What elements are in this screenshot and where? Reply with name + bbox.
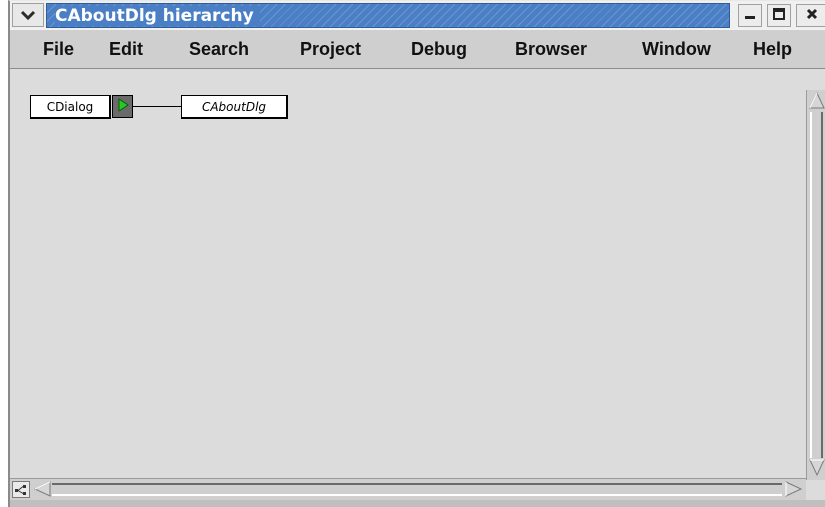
expander-button[interactable] [112, 95, 133, 118]
title-bar[interactable]: CAboutDlg hierarchy [10, 1, 825, 29]
menu-bar: File Edit Search Project Debug Browser W… [10, 29, 825, 69]
menu-project[interactable]: Project [300, 39, 361, 60]
window-bottom-edge [10, 500, 825, 507]
horizontal-scroll-track[interactable] [52, 483, 782, 496]
menu-search[interactable]: Search [189, 39, 249, 60]
maximize-button[interactable] [767, 4, 791, 27]
vertical-scroll-track[interactable] [810, 112, 823, 458]
menu-debug[interactable]: Debug [411, 39, 467, 60]
inheritance-connector [133, 106, 181, 107]
maximize-icon [772, 6, 786, 25]
class-node-label: CDialog [46, 99, 94, 114]
window-title: CAboutDlg hierarchy [55, 6, 260, 26]
class-node-caboutdlg[interactable]: CAboutDlg [181, 95, 288, 119]
hierarchy-canvas[interactable]: CDialog CAboutDlg [10, 69, 806, 478]
close-icon [805, 6, 819, 25]
vertical-scrollbar[interactable] [806, 90, 825, 480]
class-node-label: CAboutDlg [201, 99, 267, 114]
graph-icon[interactable] [12, 481, 30, 498]
minimize-button[interactable] [738, 4, 762, 27]
hierarchy-window: CAboutDlg hierarchy File Edit Search Pro… [8, 0, 825, 507]
play-arrow-icon [116, 97, 130, 117]
close-button[interactable] [796, 4, 825, 27]
menu-help[interactable]: Help [753, 39, 792, 60]
menu-file[interactable]: File [43, 39, 74, 60]
chevron-down-icon [20, 6, 36, 25]
scroll-right-arrow-icon[interactable] [784, 480, 804, 498]
class-node-cdialog[interactable]: CDialog [30, 95, 111, 119]
scroll-left-arrow-icon[interactable] [32, 480, 52, 498]
window-menu-button[interactable] [12, 3, 44, 27]
minimize-icon [743, 6, 757, 25]
menu-browser[interactable]: Browser [515, 39, 587, 60]
title-area[interactable]: CAboutDlg hierarchy [46, 3, 730, 28]
horizontal-scrollbar[interactable] [10, 478, 806, 500]
scroll-up-arrow-icon[interactable] [808, 90, 825, 110]
menu-edit[interactable]: Edit [109, 39, 143, 60]
scroll-down-arrow-icon[interactable] [808, 458, 825, 478]
menu-window[interactable]: Window [642, 39, 711, 60]
